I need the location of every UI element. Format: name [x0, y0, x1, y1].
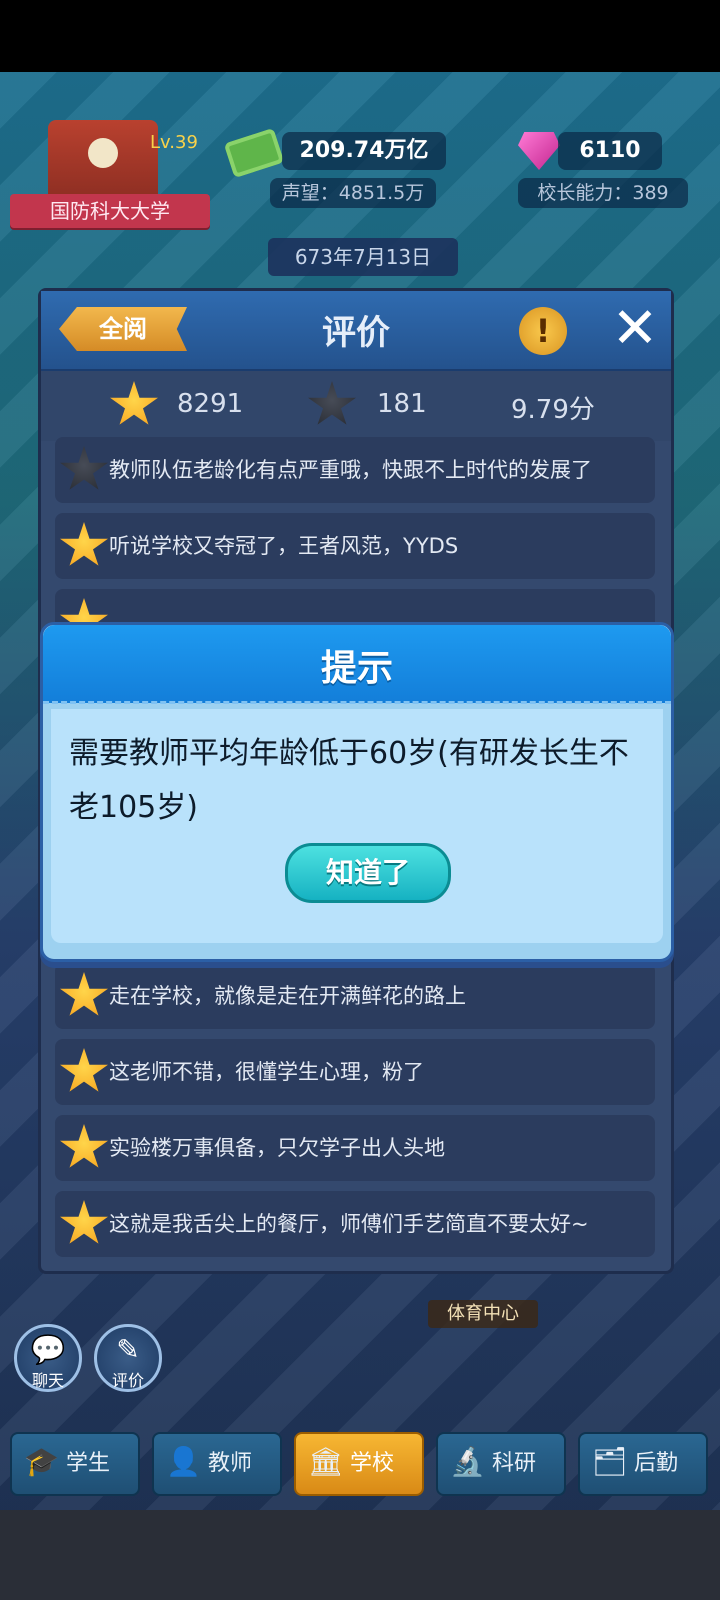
panel-title: 评价: [322, 313, 390, 353]
review-text: 这就是我舌尖上的餐厅，师傅们手艺简直不要太好~: [109, 1212, 589, 1236]
positive-star-icon: [60, 1200, 108, 1244]
chat-label: 聊天: [31, 1371, 64, 1390]
review-item[interactable]: 教师队伍老龄化有点严重哦，快跟不上时代的发展了: [55, 437, 655, 503]
game-date: 673年7月13日: [268, 238, 458, 276]
reputation-value: 声望：4851.5万: [270, 178, 436, 208]
negative-star-icon: [60, 446, 108, 490]
hint-dialog: 提示 需要教师平均年龄低于60岁(有研发长生不老105岁) 知道了: [40, 622, 674, 962]
tab-research[interactable]: 🔬 科研: [436, 1432, 566, 1496]
review-item[interactable]: 实验楼万事俱备，只欠学子出人头地: [55, 1115, 655, 1181]
chat-button[interactable]: 💬 聊天: [14, 1324, 82, 1392]
positive-star-icon: [60, 1048, 108, 1092]
graduation-cap-icon: 🎓: [24, 1445, 59, 1478]
dialog-divider: [43, 701, 671, 704]
tab-label: 科研: [492, 1451, 537, 1476]
close-icon[interactable]: ✕: [607, 301, 663, 357]
status-bar: [0, 0, 720, 72]
negative-count: 181: [377, 389, 427, 419]
level-badge: Lv.39: [150, 132, 198, 153]
tab-label: 后勤: [634, 1451, 679, 1476]
review-item[interactable]: 这就是我舌尖上的餐厅，师傅们手艺简直不要太好~: [55, 1191, 655, 1257]
money-value: 209.74万亿: [282, 132, 446, 170]
review-text: 教师队伍老龄化有点严重哦，快跟不上时代的发展了: [109, 458, 592, 482]
logistics-icon: 🗂: [592, 1445, 628, 1478]
positive-star-icon: [60, 972, 108, 1016]
review-text: 听说学校又夺冠了，王者风范，YYDS: [109, 534, 459, 558]
tab-teachers[interactable]: 👤 教师: [152, 1432, 282, 1496]
chat-bubble-icon: 💬: [30, 1333, 66, 1366]
principal-ability: 校长能力：389: [518, 178, 688, 208]
gem-value: 6110: [558, 132, 662, 170]
info-icon[interactable]: !: [519, 307, 567, 355]
review-stats: 8291 181 9.79分: [41, 371, 671, 441]
review-item[interactable]: 这老师不错，很懂学生心理，粉了: [55, 1039, 655, 1105]
system-navigation-area: [0, 1510, 720, 1600]
tab-label: 学校: [350, 1451, 395, 1476]
review-item[interactable]: 听说学校又夺冠了，王者风范，YYDS: [55, 513, 655, 579]
ok-button[interactable]: 知道了: [285, 843, 451, 903]
review-text: 实验楼万事俱备，只欠学子出人头地: [109, 1136, 445, 1160]
tab-label: 教师: [208, 1451, 253, 1476]
positive-count: 8291: [177, 389, 244, 419]
stadium-label[interactable]: 体育中心: [428, 1300, 538, 1328]
tab-logistics[interactable]: 🗂 后勤: [578, 1432, 708, 1496]
microscope-icon: 🔬: [450, 1445, 485, 1478]
tab-students[interactable]: 🎓 学生: [10, 1432, 140, 1496]
school-building-icon: 🏛: [308, 1445, 344, 1478]
review-button[interactable]: ✎ 评价: [94, 1324, 162, 1392]
review-item[interactable]: 走在学校，就像是走在开满鲜花的路上: [55, 963, 655, 1029]
dialog-body: 需要教师平均年龄低于60岁(有研发长生不老105岁) 知道了: [51, 709, 663, 943]
school-building-icon[interactable]: [48, 120, 158, 200]
school-name: 国防科大大学: [10, 194, 210, 228]
average-score: 9.79分: [511, 395, 595, 425]
review-label: 评价: [111, 1371, 144, 1390]
teacher-icon: 👤: [166, 1445, 201, 1478]
dialog-message: 需要教师平均年龄低于60岁(有研发长生不老105岁): [69, 736, 629, 825]
positive-star-icon: [110, 381, 158, 425]
review-panel-header: 全阅 评价 ! ✕: [41, 291, 671, 372]
pencil-note-icon: ✎: [116, 1333, 140, 1366]
review-text: 走在学校，就像是走在开满鲜花的路上: [109, 984, 466, 1008]
positive-star-icon: [60, 1124, 108, 1168]
negative-star-icon: [308, 381, 356, 425]
tab-school[interactable]: 🏛 学校: [294, 1432, 424, 1496]
tab-label: 学生: [66, 1451, 111, 1476]
positive-star-icon: [60, 522, 108, 566]
review-text: 这老师不错，很懂学生心理，粉了: [109, 1060, 424, 1084]
dialog-title: 提示: [320, 648, 393, 689]
